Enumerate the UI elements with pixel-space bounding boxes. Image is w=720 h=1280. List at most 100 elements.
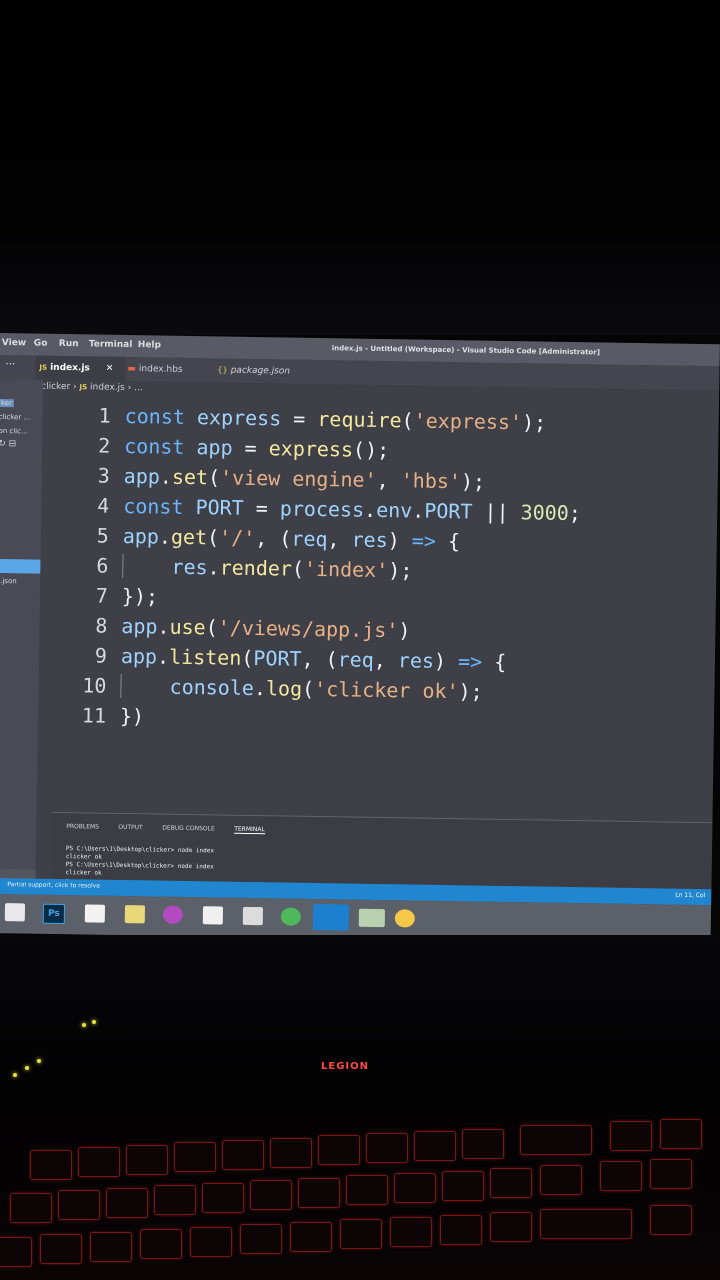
keyboard-key [40,1234,82,1264]
keyboard-key [540,1209,632,1239]
keyboard-key [390,1217,432,1247]
dark-background [0,0,720,335]
keyboard-key [650,1159,692,1189]
explorer-item[interactable]: on clic... [0,427,28,435]
notepad-icon[interactable] [202,906,224,925]
keyboard-key [106,1188,148,1218]
brand-logo: LEGION [320,1061,369,1072]
line-number: 3 [97,463,110,488]
keyboard-key [290,1222,332,1252]
keyboard-key [154,1185,196,1215]
keyboard-key [30,1150,72,1180]
calculator-icon[interactable] [242,906,264,926]
status-message[interactable]: Partial support, click to resolve [7,881,100,889]
keyboard-key [250,1180,292,1210]
menu-help[interactable]: Help [138,340,161,350]
code-editor[interactable]: 1 const express = require('express'); 2 co… [76,400,583,738]
folder-icon[interactable] [124,905,146,924]
cursor-position[interactable]: Ln 11, Col [675,892,705,899]
keyboard-key [346,1175,388,1205]
menu-terminal[interactable]: Terminal [89,339,133,350]
tab-problems[interactable]: PROBLEMS [66,823,99,831]
json-file-icon: {} [217,365,228,375]
keyboard-key [520,1125,592,1155]
keyboard-key [610,1121,652,1151]
tab-index-hbs[interactable]: ▬ index.hbs [127,357,211,382]
keyboard-key [540,1165,582,1195]
keyboard-key [78,1147,120,1177]
keyboard-key [126,1145,168,1175]
indicator-led [13,1073,17,1077]
tab-index-js[interactable]: JS index.js ✕ [35,355,126,381]
keyboard-key [298,1178,340,1208]
keyboard-key [222,1140,264,1170]
tab-package-json[interactable]: {} package.json [217,358,307,383]
explorer-item[interactable]: clicker ... [0,413,30,421]
vscode-icon[interactable] [312,903,350,931]
indicator-led [92,1020,96,1024]
keyboard-key [58,1190,100,1220]
media-player-icon[interactable] [162,905,184,924]
javascript-file-icon: JS [39,363,48,372]
keyboard-key [318,1135,360,1165]
line-number: 2 [98,433,111,458]
tab-label: index.js [50,362,90,374]
handlebars-file-icon: ▬ [127,364,137,375]
tab-output[interactable]: OUTPUT [118,824,143,831]
menu-go[interactable]: Go [34,339,48,349]
chrome-icon[interactable] [280,907,302,926]
explorer-selected-item[interactable] [0,558,41,574]
indicator-led [37,1059,41,1063]
line-number: 5 [96,523,110,548]
keyboard-key [270,1138,312,1168]
line-number: 1 [98,403,111,428]
tab-terminal[interactable]: TERMINAL [234,825,265,835]
document-icon[interactable] [84,904,106,923]
laptop-keyboard: LEGION [0,935,720,1280]
chevron-right-icon: › [127,383,132,394]
tab-label: package.json [230,365,291,377]
menu-run[interactable]: Run [59,339,79,349]
close-tab-icon[interactable]: ✕ [106,364,114,374]
line-number: 6 [96,553,109,578]
breadcrumb-symbol[interactable]: ... [134,383,143,393]
javascript-file-icon: JS [79,383,88,392]
refresh-icon[interactable]: ↻ ⊟ [0,439,16,449]
keyboard-key [340,1219,382,1249]
keyboard-key [0,1237,32,1267]
breadcrumb: clicker › JS index.js › ... [41,382,143,394]
tab-label: index.hbs [138,364,183,375]
keyboard-key [440,1215,482,1245]
indicator-led [82,1023,86,1027]
keyboard-key [366,1133,408,1163]
keyboard-key [202,1183,244,1213]
keyboard-key [140,1229,182,1259]
indicator-led [25,1066,29,1070]
keyboard-key [90,1232,132,1262]
file-explorer-icon[interactable] [4,903,26,922]
more-actions-icon[interactable]: ··· [5,359,15,370]
line-number: 11 [81,703,107,728]
tab-debug-console[interactable]: DEBUG CONSOLE [162,825,215,833]
keyboard-key [490,1212,532,1242]
keyboard-key [414,1131,456,1161]
app-icon[interactable] [358,908,385,928]
photoshop-icon[interactable]: Ps [42,903,66,925]
keyboard-key [660,1119,702,1149]
line-number: 8 [95,613,108,638]
breadcrumb-folder[interactable]: clicker [41,382,70,392]
monitor-screen: View Go Run Terminal Help index.js - Unt… [0,333,720,945]
keyboard-key [442,1171,484,1201]
browser-icon[interactable] [394,909,415,928]
keyboard-key [462,1129,504,1159]
menu-view[interactable]: View [2,338,26,348]
explorer-item[interactable]: ker [0,398,14,408]
line-number: 7 [95,583,109,608]
keyboard-key [394,1173,436,1203]
keyboard-key [174,1142,216,1172]
explorer-item[interactable]: k.json [0,577,17,585]
keyboard-key [650,1205,692,1235]
breadcrumb-file[interactable]: index.js [90,382,125,393]
keyboard-key [10,1193,52,1223]
line-number: 10 [82,673,107,698]
